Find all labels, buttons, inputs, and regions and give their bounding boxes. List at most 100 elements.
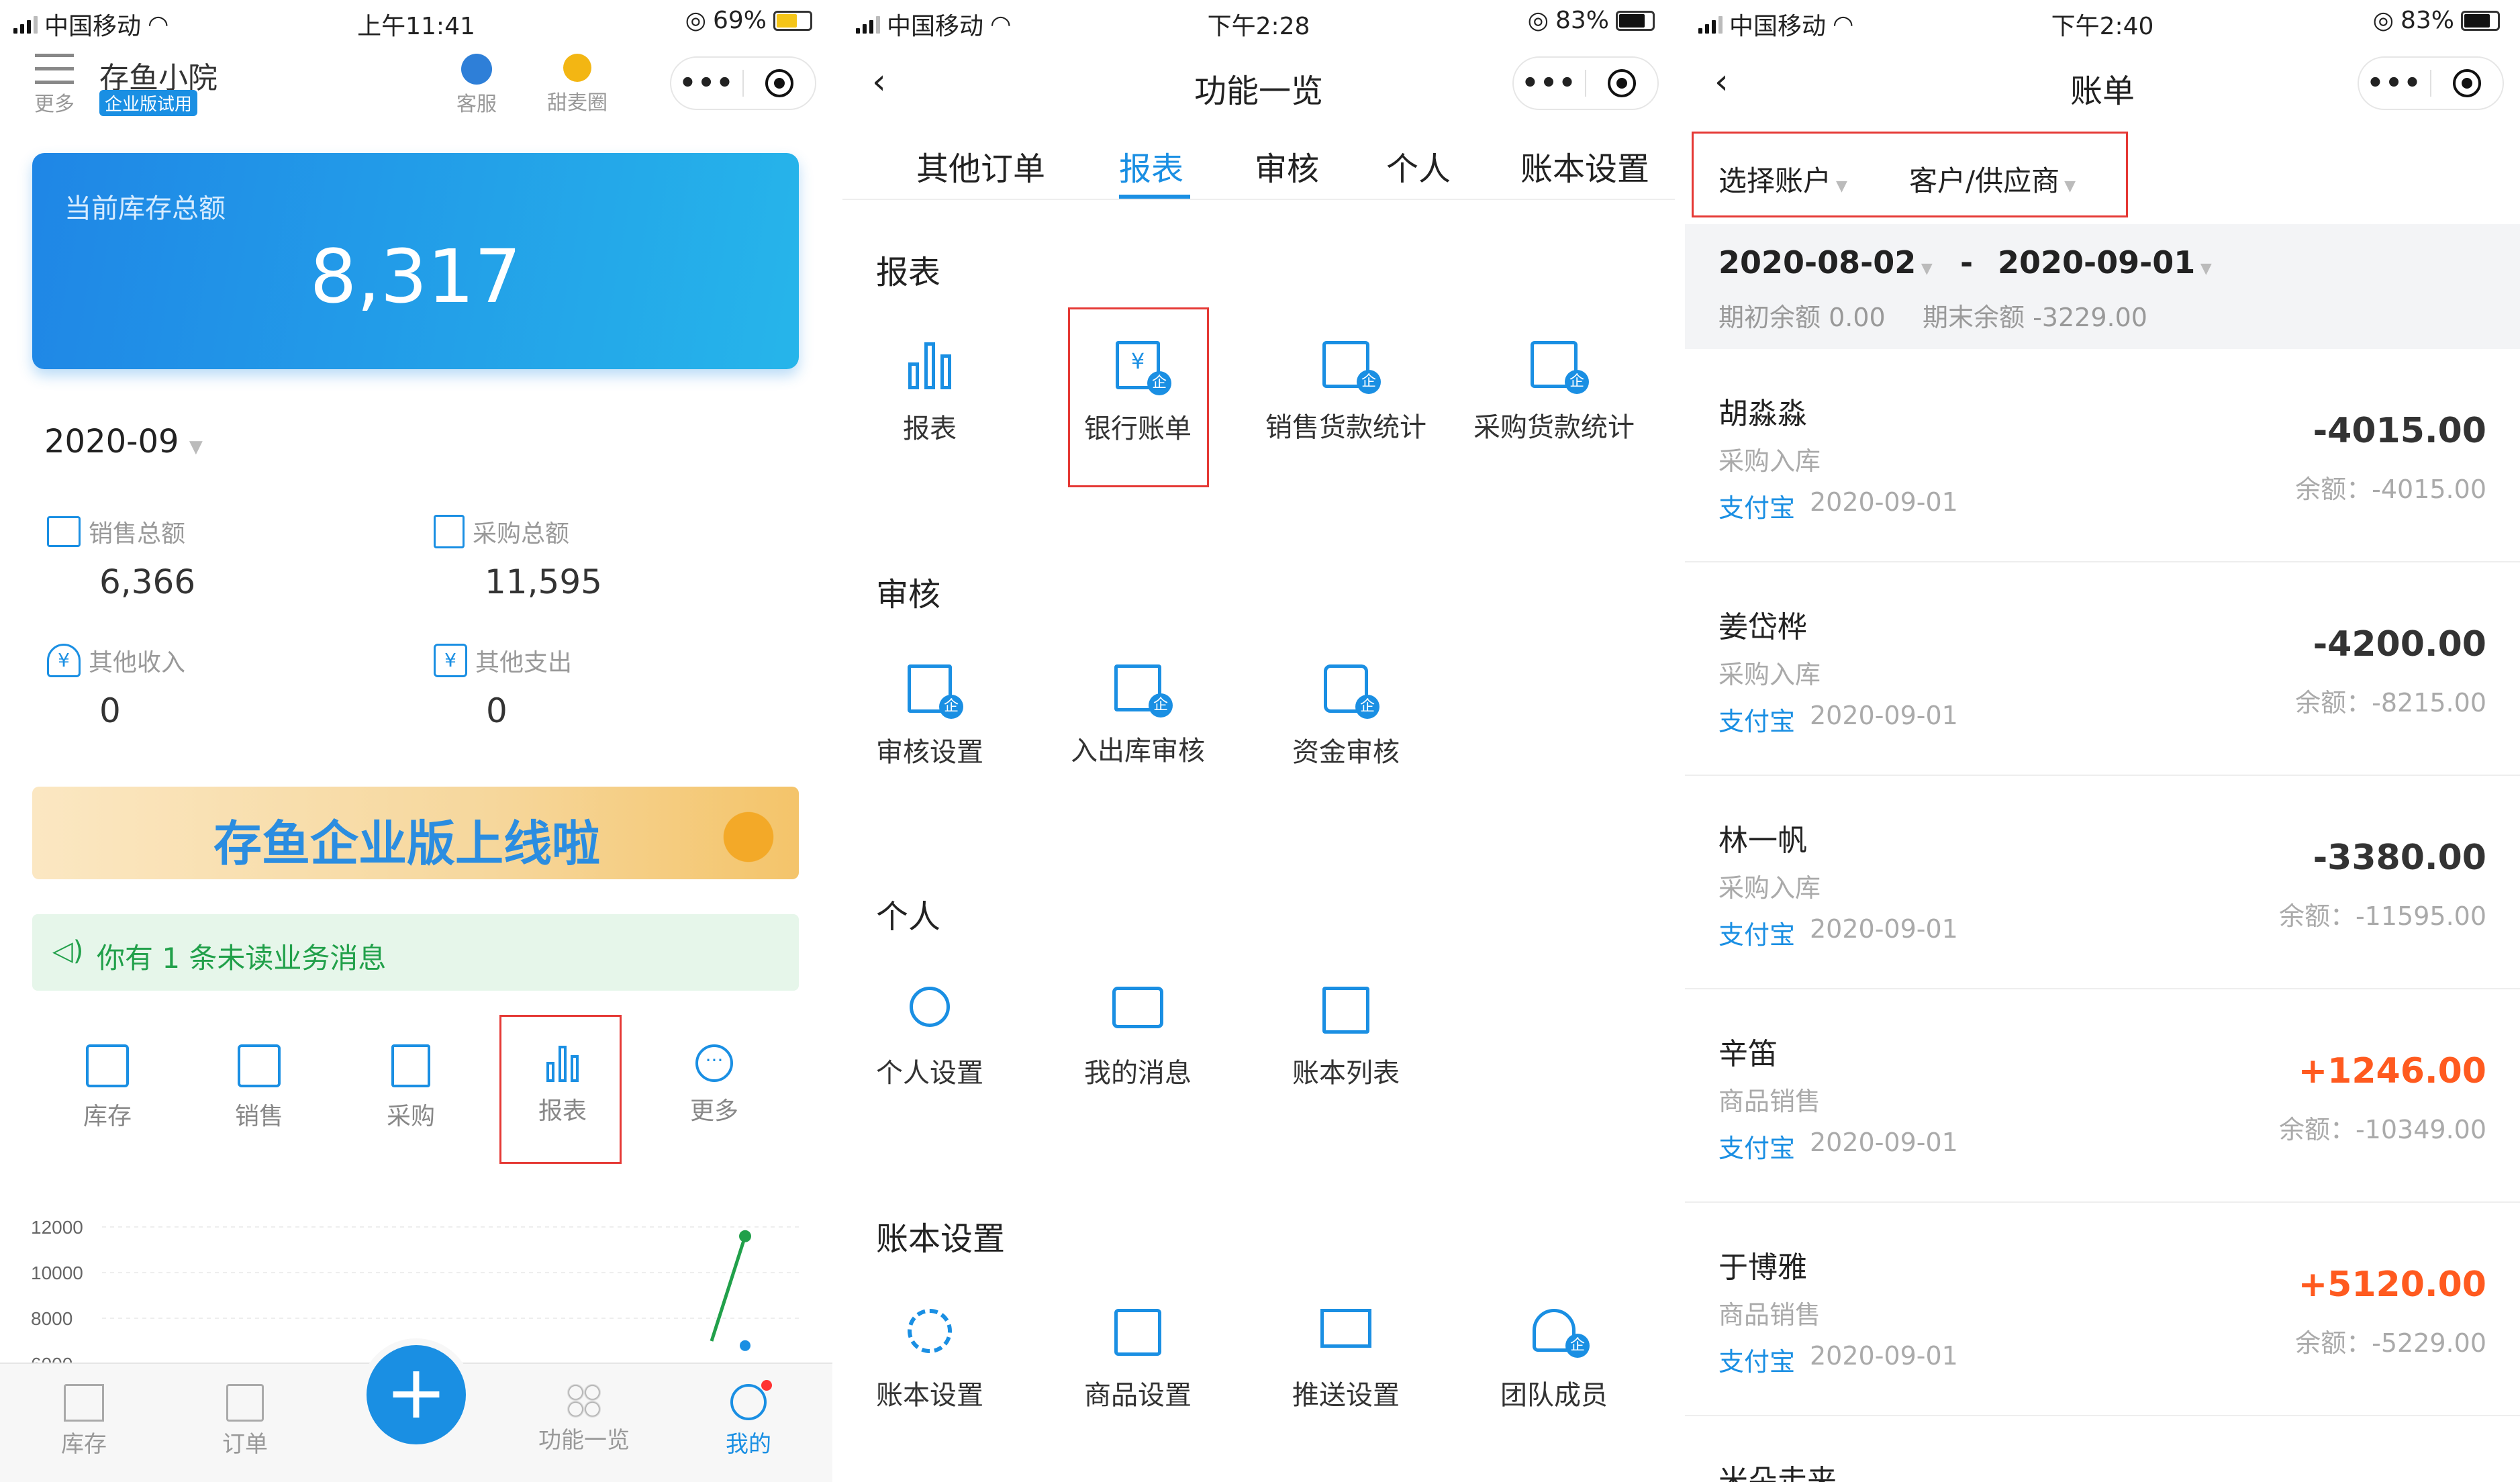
date-to[interactable]: 2020-09-01 ▼ xyxy=(1998,244,2212,281)
close-target-icon[interactable] xyxy=(1586,69,1657,97)
month-selector[interactable]: 2020-09 ▼ xyxy=(44,423,203,460)
quick-nav-stock[interactable]: 库存 xyxy=(74,1044,141,1132)
row-date: 2020-09-01 xyxy=(1810,701,1958,730)
menu-item-report[interactable]: 报表 xyxy=(842,341,1030,446)
menu-item-ledger-list[interactable]: 账本列表 xyxy=(1245,987,1447,1090)
tab-stock[interactable]: 库存 xyxy=(47,1384,121,1459)
status-bar: 中国移动 ◠ 下午2:40 ◎ 83% xyxy=(1685,0,2520,43)
menu-item-product-settings[interactable]: 商品设置 xyxy=(1037,1309,1239,1412)
row-type: 采购入库 xyxy=(1718,873,1821,903)
enterprise-badge: 企 xyxy=(1565,370,1589,394)
row-type: 商品销售 xyxy=(1718,1300,1821,1330)
menu-item-stock-audit[interactable]: 企入出库审核 xyxy=(1037,664,1239,768)
quick-nav-sales[interactable]: 销售 xyxy=(226,1044,293,1132)
customer-service-button[interactable]: 客服 xyxy=(450,54,503,117)
screen-bill: 中国移动 ◠ 下午2:40 ◎ 83% ‹ 账单 ••• 选择账户 ▼ 客户/供应商… xyxy=(1685,0,2520,1482)
screen-home: 中国移动 ◠ 上午11:41 ◎ 69% 更多 存鱼小院 企业版试用 客服 甜麦圈 … xyxy=(0,0,832,1482)
enterprise-badge: 企 xyxy=(1355,695,1379,719)
menu-item-audit-settings[interactable]: 企审核设置 xyxy=(842,664,1030,769)
tab-personal[interactable]: 个人 xyxy=(1386,142,1451,189)
trend-chart: 12000 10000 8000 6000 xyxy=(31,1217,799,1363)
menu-item-personal-settings[interactable]: 个人设置 xyxy=(842,987,1030,1090)
gear-icon xyxy=(908,1309,952,1353)
data-point xyxy=(739,1230,751,1242)
add-button[interactable]: + xyxy=(367,1345,466,1444)
tab-orders[interactable]: 订单 xyxy=(208,1384,282,1459)
table-row[interactable]: 于博雅 商品销售 支付宝 2020-09-01 +5120.00 余额：-522… xyxy=(1685,1203,2520,1416)
table-row[interactable]: 林一帆 采购入库 支付宝 2020-09-01 -3380.00 余额：-115… xyxy=(1685,776,2520,989)
y-tick-label: 10000 xyxy=(31,1263,83,1283)
audit-settings-icon: 企 xyxy=(908,664,963,719)
stat-purchase: 采购总额 11,595 xyxy=(434,514,602,601)
close-target-icon[interactable] xyxy=(2431,69,2503,97)
quick-nav-more[interactable]: ··· 更多 xyxy=(681,1044,748,1126)
edition-badge[interactable]: 企业版试用 xyxy=(99,90,198,116)
stat-value: 11,595 xyxy=(485,562,602,601)
stock-card[interactable]: 当前库存总额 8,317 xyxy=(32,153,799,369)
menu-item-label: 账本列表 xyxy=(1292,1058,1400,1089)
tab-reports[interactable]: 报表 xyxy=(1119,142,1183,189)
menu-item-label: 商品设置 xyxy=(1084,1380,1192,1411)
battery-percent: 69% xyxy=(712,7,767,34)
mini-program-capsule: ••• xyxy=(1512,56,1659,110)
table-row[interactable]: 辛笛 商品销售 支付宝 2020-09-01 +1246.00 余额：-1034… xyxy=(1685,989,2520,1203)
menu-item-my-messages[interactable]: 我的消息 xyxy=(1037,987,1239,1090)
table-row[interactable]: 姜岱桦 采购入库 支付宝 2020-09-01 -4200.00 余额：-821… xyxy=(1685,562,2520,776)
lock-icon: ◎ xyxy=(1527,7,1549,34)
tab-me[interactable]: 我的 xyxy=(712,1380,785,1459)
highlight-box xyxy=(1692,132,2128,217)
plus-icon: + xyxy=(385,1349,448,1435)
row-date: 2020-09-01 xyxy=(1810,1341,1958,1371)
promo-banner[interactable]: 存鱼企业版上线啦 xyxy=(32,787,799,879)
more-dots-icon[interactable]: ••• xyxy=(2359,68,2430,99)
stat-label: 其他支出 xyxy=(475,649,573,677)
more-menu-button[interactable]: 更多 xyxy=(31,54,78,117)
menu-item-team-members[interactable]: 企团队成员 xyxy=(1453,1309,1655,1412)
menu-item-label: 我的消息 xyxy=(1084,1058,1192,1089)
sale-bag-icon xyxy=(47,516,81,547)
menu-item-purchase-stats[interactable]: 企采购货款统计 xyxy=(1453,341,1655,444)
menu-item-push-settings[interactable]: 推送设置 xyxy=(1245,1309,1447,1412)
quick-nav-label: 销售 xyxy=(234,1103,283,1130)
notice-bar[interactable]: ◁) 你有 1 条未读业务消息 xyxy=(32,914,799,991)
tab-label: 库存 xyxy=(61,1431,107,1458)
date-to-value: 2020-09-01 xyxy=(1998,244,2196,281)
row-amount: +5120.00 xyxy=(2298,1265,2486,1305)
table-row[interactable]: 胡淼淼 采购入库 支付宝 2020-09-01 -4015.00 余额：-401… xyxy=(1685,349,2520,562)
tab-features[interactable]: 功能一览 xyxy=(530,1384,638,1454)
row-type: 采购入库 xyxy=(1718,660,1821,689)
tab-audit[interactable]: 审核 xyxy=(1255,142,1319,189)
stock-audit-icon: 企 xyxy=(1114,664,1173,718)
tab-ledger-settings[interactable]: 账本设置 xyxy=(1520,142,1649,189)
bag-icon xyxy=(391,1044,430,1087)
menu-item-ledger-settings[interactable]: 账本设置 xyxy=(842,1309,1030,1412)
stock-value: 8,317 xyxy=(309,234,522,319)
chevron-down-icon: ▼ xyxy=(189,437,203,457)
row-method: 支付宝 xyxy=(1718,707,1796,736)
enterprise-badge: 企 xyxy=(939,695,963,719)
enterprise-badge: 企 xyxy=(1149,693,1173,718)
menu-item-sales-stats[interactable]: 企销售货款统计 xyxy=(1245,341,1447,444)
banner-leaf-icon xyxy=(705,793,792,879)
menu-item-label: 团队成员 xyxy=(1500,1380,1608,1411)
close-target-icon[interactable] xyxy=(744,69,815,97)
product-icon xyxy=(1114,1309,1161,1356)
stat-label: 其他收入 xyxy=(89,649,186,677)
coin-icon xyxy=(563,54,591,82)
menu-item-fund-audit[interactable]: 企资金审核 xyxy=(1245,664,1447,769)
row-type: 采购入库 xyxy=(1718,446,1821,476)
battery-percent: 83% xyxy=(2400,7,2454,34)
row-method: 支付宝 xyxy=(1718,1347,1796,1377)
menu-item-label: 报表 xyxy=(903,413,957,444)
section-title-audit: 审核 xyxy=(876,576,941,613)
more-dots-icon[interactable]: ••• xyxy=(1514,68,1585,99)
order-icon xyxy=(226,1384,264,1422)
quick-nav-purchase[interactable]: 采购 xyxy=(377,1044,444,1132)
tab-other-orders[interactable]: 其他订单 xyxy=(916,142,1045,189)
quick-nav-label: 更多 xyxy=(689,1097,738,1125)
date-from[interactable]: 2020-08-02 ▼ xyxy=(1718,244,1933,281)
battery-icon xyxy=(773,10,812,31)
more-dots-icon[interactable]: ••• xyxy=(671,68,742,99)
circle-button[interactable]: 甜麦圈 xyxy=(537,54,618,115)
row-name: 姜岱桦 xyxy=(1718,610,1807,644)
